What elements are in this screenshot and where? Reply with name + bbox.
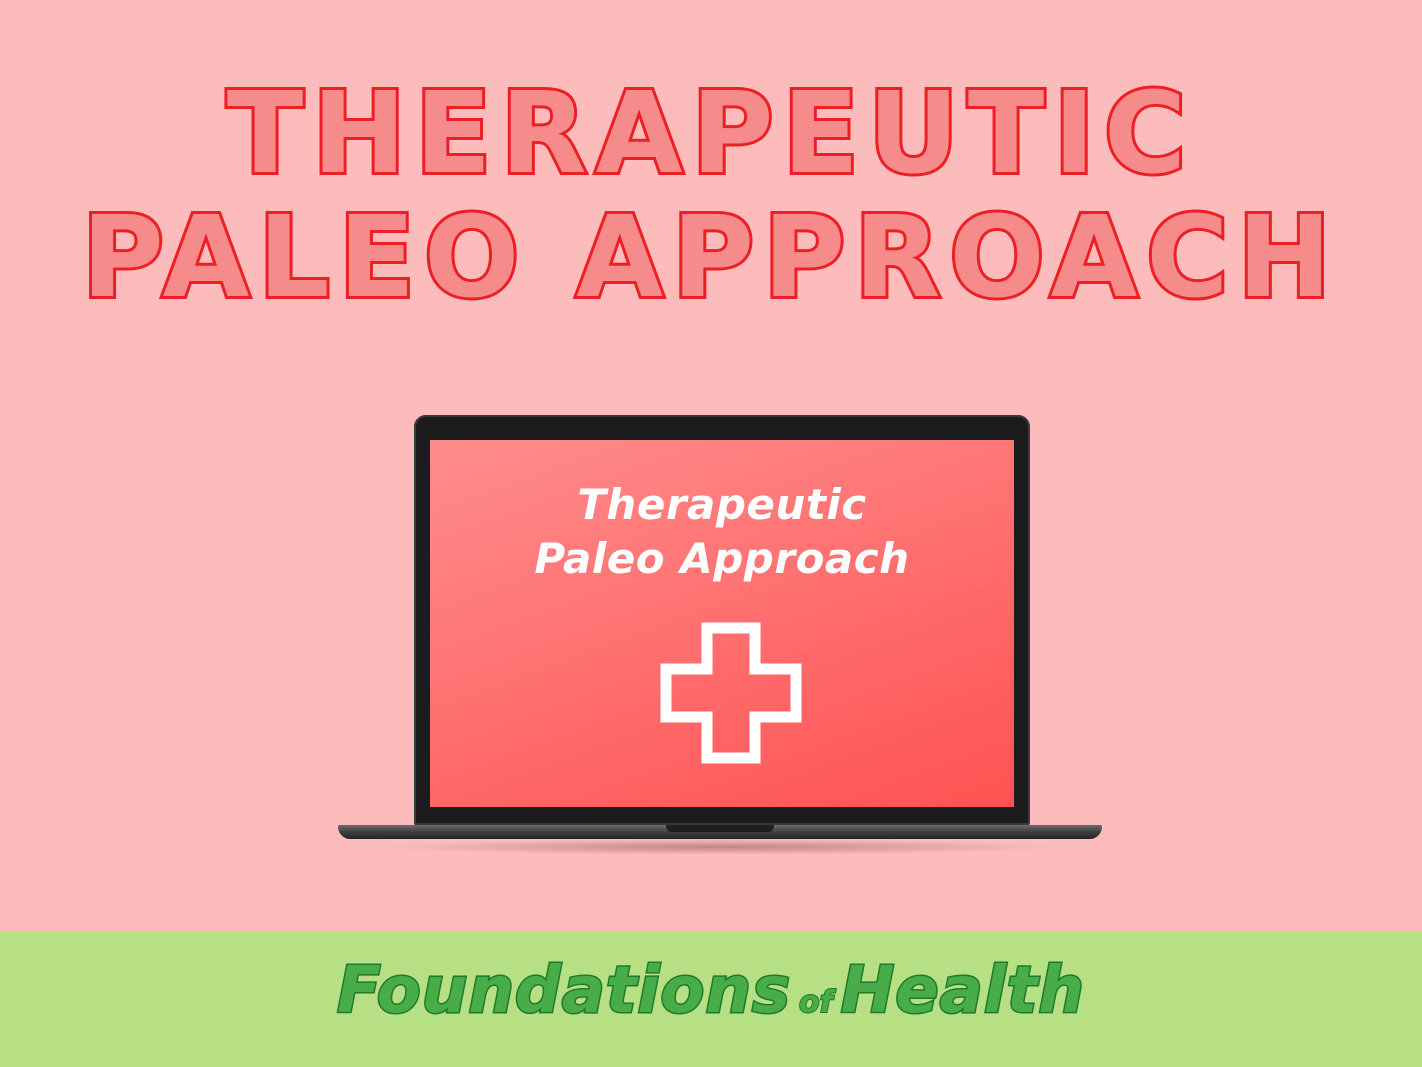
laptop-screen: Therapeutic Paleo Approach bbox=[430, 440, 1014, 807]
logo-word-of: of bbox=[798, 984, 834, 1021]
screen-title-line-1: Therapeutic bbox=[577, 480, 867, 529]
foundations-of-health-logo: Foundations of Health bbox=[0, 953, 1422, 1030]
laptop-lid: Therapeutic Paleo Approach bbox=[414, 415, 1030, 825]
laptop-shadow bbox=[378, 839, 1062, 855]
logo-word-foundations: Foundations bbox=[336, 953, 792, 1030]
screen-title: Therapeutic Paleo Approach bbox=[430, 478, 1014, 586]
headline-line-1: THERAPEUTIC bbox=[224, 69, 1196, 199]
laptop-notch bbox=[666, 825, 774, 832]
laptop-illustration: Therapeutic Paleo Approach bbox=[338, 415, 1102, 860]
footer-band: Foundations of Health bbox=[0, 932, 1422, 1067]
screen-title-line-2: Paleo Approach bbox=[534, 534, 910, 583]
headline: THERAPEUTIC PALEO APPROACH bbox=[0, 69, 1422, 323]
logo-word-health: Health bbox=[839, 953, 1085, 1030]
headline-line-2: PALEO APPROACH bbox=[79, 193, 1341, 323]
laptop-base bbox=[338, 825, 1102, 839]
medical-cross-icon bbox=[660, 622, 802, 764]
